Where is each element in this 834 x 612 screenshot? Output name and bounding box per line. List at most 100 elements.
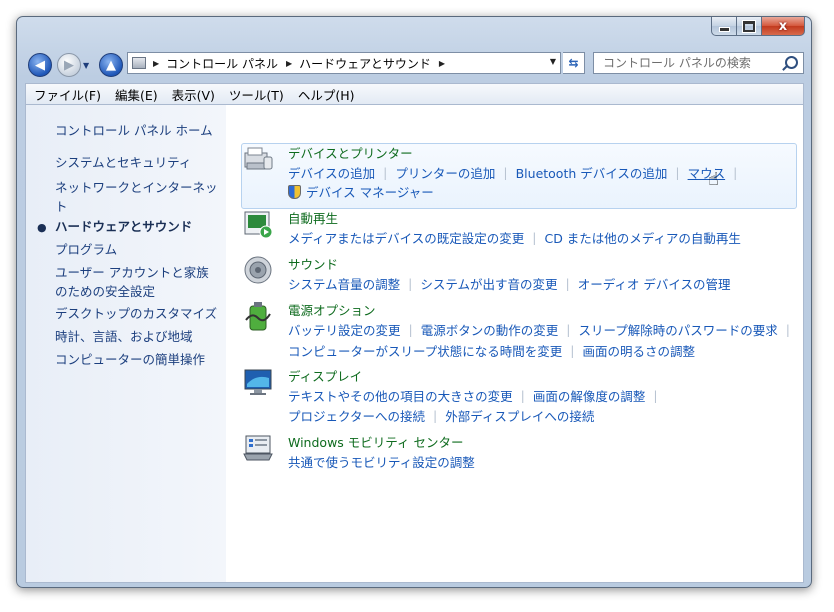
- breadcrumb-hardware-sound[interactable]: ハードウェアとサウンド: [299, 55, 431, 72]
- sidebar-item-hardware-sound[interactable]: ハードウェアとサウンド: [55, 217, 225, 236]
- caption-buttons: x: [711, 17, 805, 37]
- change-power-buttons-link[interactable]: 電源ボタンの動作の変更: [421, 320, 559, 339]
- devices-links-row: デバイスの追加 | プリンターの追加 | Bluetooth デバイスの追加 |…: [288, 163, 745, 182]
- adjust-screen-resolution-link[interactable]: 画面の解像度の調整: [533, 386, 646, 405]
- up-arrow-icon: ▲: [106, 57, 116, 73]
- autoplay-title[interactable]: 自動再生: [288, 208, 338, 227]
- sidebar-item-appearance[interactable]: デスクトップのカスタマイズ: [55, 304, 225, 323]
- link-separator: |: [520, 388, 525, 403]
- sidebar-item-network[interactable]: ネットワークとインターネット: [55, 178, 225, 216]
- manage-audio-devices-link[interactable]: オーディオ デバイスの管理: [578, 274, 731, 293]
- change-system-sounds-link[interactable]: システムが出す音の変更: [420, 274, 557, 293]
- add-device-link[interactable]: デバイスの追加: [288, 163, 375, 182]
- breadcrumb-separator-icon[interactable]: ▶: [439, 59, 445, 68]
- sidebar-item-ease-of-access[interactable]: コンピューターの簡単操作: [55, 350, 225, 369]
- link-separator: |: [532, 230, 537, 245]
- link-separator: |: [503, 165, 508, 180]
- autoplay-links-row: メディアまたはデバイスの既定設定の変更 | CD または他のメディアの自動再生: [288, 228, 741, 247]
- power-links-row: バッテリ設定の変更 | 電源ボタンの動作の変更 | スリープ解除時のパスワードの…: [288, 320, 798, 339]
- close-icon: x: [778, 18, 788, 34]
- sidebar-item-programs[interactable]: プログラム: [55, 240, 225, 259]
- control-panel-icon: [132, 57, 146, 69]
- connect-to-projector-link[interactable]: プロジェクターへの接続: [288, 406, 425, 425]
- display-title[interactable]: ディスプレイ: [288, 366, 362, 385]
- refresh-button[interactable]: ⇆: [563, 52, 585, 74]
- recent-pages-dropdown[interactable]: ▼: [83, 61, 89, 70]
- adjust-mobility-settings-link[interactable]: 共通で使うモビリティ設定の調整: [288, 452, 475, 471]
- maximize-icon: [742, 19, 756, 33]
- back-button[interactable]: ◀: [28, 53, 52, 77]
- forward-arrow-icon: ▶: [64, 57, 74, 73]
- maximize-button[interactable]: [737, 17, 762, 36]
- menu-view[interactable]: 表示(V): [164, 85, 221, 104]
- menu-tools[interactable]: ツール(T): [221, 85, 290, 104]
- address-bar[interactable]: ▶ コントロール パネル ▶ ハードウェアとサウンド ▶ ▼: [127, 52, 561, 74]
- search-input[interactable]: [601, 55, 785, 71]
- power-options-title[interactable]: 電源オプション: [288, 300, 376, 319]
- mobility-links-row: 共通で使うモビリティ設定の調整: [288, 452, 475, 471]
- link-separator: |: [675, 165, 680, 180]
- mouse-link[interactable]: マウス: [688, 163, 726, 182]
- devices-printers-icon: [244, 147, 273, 170]
- battery-icon: [245, 302, 271, 331]
- menu-help[interactable]: ヘルプ(H): [290, 85, 361, 104]
- devices-printers-title[interactable]: デバイスとプリンター: [288, 143, 413, 162]
- back-arrow-icon: ◀: [35, 57, 45, 73]
- mobility-center-icon: [243, 435, 273, 461]
- speaker-icon: [244, 256, 272, 284]
- autoplay-icon: [244, 211, 273, 239]
- breadcrumb-control-panel[interactable]: コントロール パネル: [166, 55, 278, 72]
- add-printer-link[interactable]: プリンターの追加: [395, 163, 495, 182]
- adjust-screen-brightness-link[interactable]: 画面の明るさの調整: [582, 341, 695, 360]
- search-box[interactable]: [593, 52, 804, 74]
- sidebar-home-link[interactable]: コントロール パネル ホーム: [55, 121, 225, 140]
- change-default-media-settings-link[interactable]: メディアまたはデバイスの既定設定の変更: [288, 228, 524, 247]
- minimize-icon: [718, 26, 730, 32]
- adjust-system-volume-link[interactable]: システム音量の調整: [288, 274, 400, 293]
- require-password-on-wakeup-link[interactable]: スリープ解除時のパスワードの要求: [578, 320, 777, 339]
- power-links-row-2: コンピューターがスリープ状態になる時間を変更 | 画面の明るさの調整: [288, 341, 695, 360]
- display-monitor-icon: [244, 369, 272, 395]
- window: x ◀ ▶ ▼ ▲ ▶ コントロール パネル ▶ ハードウェアとサウンド ▶ ▼…: [16, 16, 812, 588]
- link-separator: |: [653, 388, 658, 403]
- link-separator: |: [733, 165, 738, 180]
- breadcrumb-separator-icon[interactable]: ▶: [286, 59, 292, 68]
- refresh-icon: ⇆: [568, 56, 579, 70]
- forward-button[interactable]: ▶: [57, 53, 81, 77]
- menu-edit[interactable]: 編集(E): [107, 85, 164, 104]
- link-separator: |: [785, 322, 790, 337]
- sound-title[interactable]: サウンド: [288, 254, 338, 273]
- change-sleep-time-link[interactable]: コンピューターがスリープ状態になる時間を変更: [288, 341, 562, 360]
- menu-file[interactable]: ファイル(F): [26, 85, 107, 104]
- device-manager-link[interactable]: デバイス マネージャー: [306, 182, 434, 201]
- mobility-center-title[interactable]: Windows モビリティ センター: [288, 432, 464, 451]
- connect-external-display-link[interactable]: 外部ディスプレイへの接続: [445, 406, 594, 425]
- display-links-row-2: プロジェクターへの接続 | 外部ディスプレイへの接続: [288, 406, 594, 425]
- hand-cursor-icon: ☝: [708, 169, 719, 190]
- menu-bar: ファイル(F) 編集(E) 表示(V) ツール(T) ヘルプ(H): [25, 83, 804, 105]
- active-bullet-icon: ●: [37, 221, 47, 234]
- sidebar-item-clock-region[interactable]: 時計、言語、および地域: [55, 327, 225, 346]
- display-links-row: テキストやその他の項目の大きさの変更 | 画面の解像度の調整 |: [288, 386, 666, 405]
- sidebar-item-user-accounts[interactable]: ユーザー アカウントと家族のための安全設定: [55, 263, 220, 301]
- sound-links-row: システム音量の調整 | システムが出す音の変更 | オーディオ デバイスの管理: [288, 274, 730, 293]
- link-separator: |: [433, 408, 438, 423]
- link-separator: |: [383, 165, 388, 180]
- play-cds-automatically-link[interactable]: CD または他のメディアの自動再生: [544, 228, 740, 247]
- link-separator: |: [408, 322, 413, 337]
- link-separator: |: [570, 343, 575, 358]
- link-separator: |: [566, 322, 571, 337]
- minimize-button[interactable]: [711, 17, 737, 36]
- up-button[interactable]: ▲: [99, 53, 123, 77]
- breadcrumb-separator-icon[interactable]: ▶: [153, 59, 159, 68]
- add-bluetooth-device-link[interactable]: Bluetooth デバイスの追加: [516, 163, 668, 182]
- devices-links-row-2: デバイス マネージャー: [288, 182, 434, 201]
- close-button[interactable]: x: [762, 17, 805, 36]
- change-text-size-link[interactable]: テキストやその他の項目の大きさの変更: [288, 386, 513, 405]
- uac-shield-icon: [288, 184, 301, 199]
- left-pane: コントロール パネル ホーム システムとセキュリティ ネットワークとインターネッ…: [26, 105, 226, 582]
- search-icon[interactable]: [785, 56, 798, 69]
- sidebar-item-security[interactable]: システムとセキュリティ: [55, 153, 225, 172]
- address-dropdown-icon[interactable]: ▼: [550, 57, 556, 66]
- change-battery-settings-link[interactable]: バッテリ設定の変更: [288, 320, 401, 339]
